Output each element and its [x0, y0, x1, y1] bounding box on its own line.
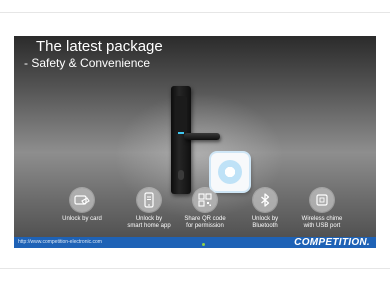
qr-code-icon	[193, 188, 217, 212]
wireless-chime-image	[211, 153, 249, 191]
smartphone-icon	[137, 188, 161, 212]
feature-label: Unlock by smart home app	[127, 216, 171, 229]
footer-bar: http://www.competition-electronic.com CO…	[14, 237, 376, 248]
slide-subline: - Safety & Convenience	[24, 56, 151, 70]
lock-indicator-light	[178, 132, 184, 134]
page: The latest package - Safety & Convenienc…	[0, 0, 390, 282]
bottom-divider	[0, 268, 390, 269]
feature-label: Unlock by Bluetooth	[251, 216, 279, 229]
door-lock-image	[171, 86, 191, 194]
feature-card-unlock: Unlock by card	[50, 188, 114, 236]
card-reader	[175, 96, 187, 134]
feature-wireless-chime: Wireless chime with USB port	[290, 188, 354, 236]
feature-label: Unlock by card	[62, 216, 102, 222]
feature-label: Wireless chime with USB port	[301, 216, 343, 229]
feature-label: Share QR code for permission	[184, 216, 226, 229]
slide-indicator-dot	[202, 243, 205, 246]
card-icon	[70, 188, 94, 212]
feature-bluetooth-unlock: Unlock by Bluetooth	[233, 188, 297, 236]
bluetooth-icon	[253, 188, 277, 212]
slide-headline: The latest package	[36, 38, 163, 55]
keyhole-icon	[178, 170, 184, 180]
top-divider	[0, 12, 390, 13]
product-slide: The latest package - Safety & Convenienc…	[14, 36, 376, 248]
chime-button	[218, 160, 242, 184]
footer-url-link[interactable]: http://www.competition-electronic.com	[18, 239, 102, 246]
brand-logo: COMPETITION.	[294, 237, 370, 248]
chime-icon	[310, 188, 334, 212]
feature-qr-share: Share QR code for permission	[173, 188, 237, 236]
feature-app-unlock: Unlock by smart home app	[117, 188, 181, 236]
door-handle	[184, 133, 220, 140]
